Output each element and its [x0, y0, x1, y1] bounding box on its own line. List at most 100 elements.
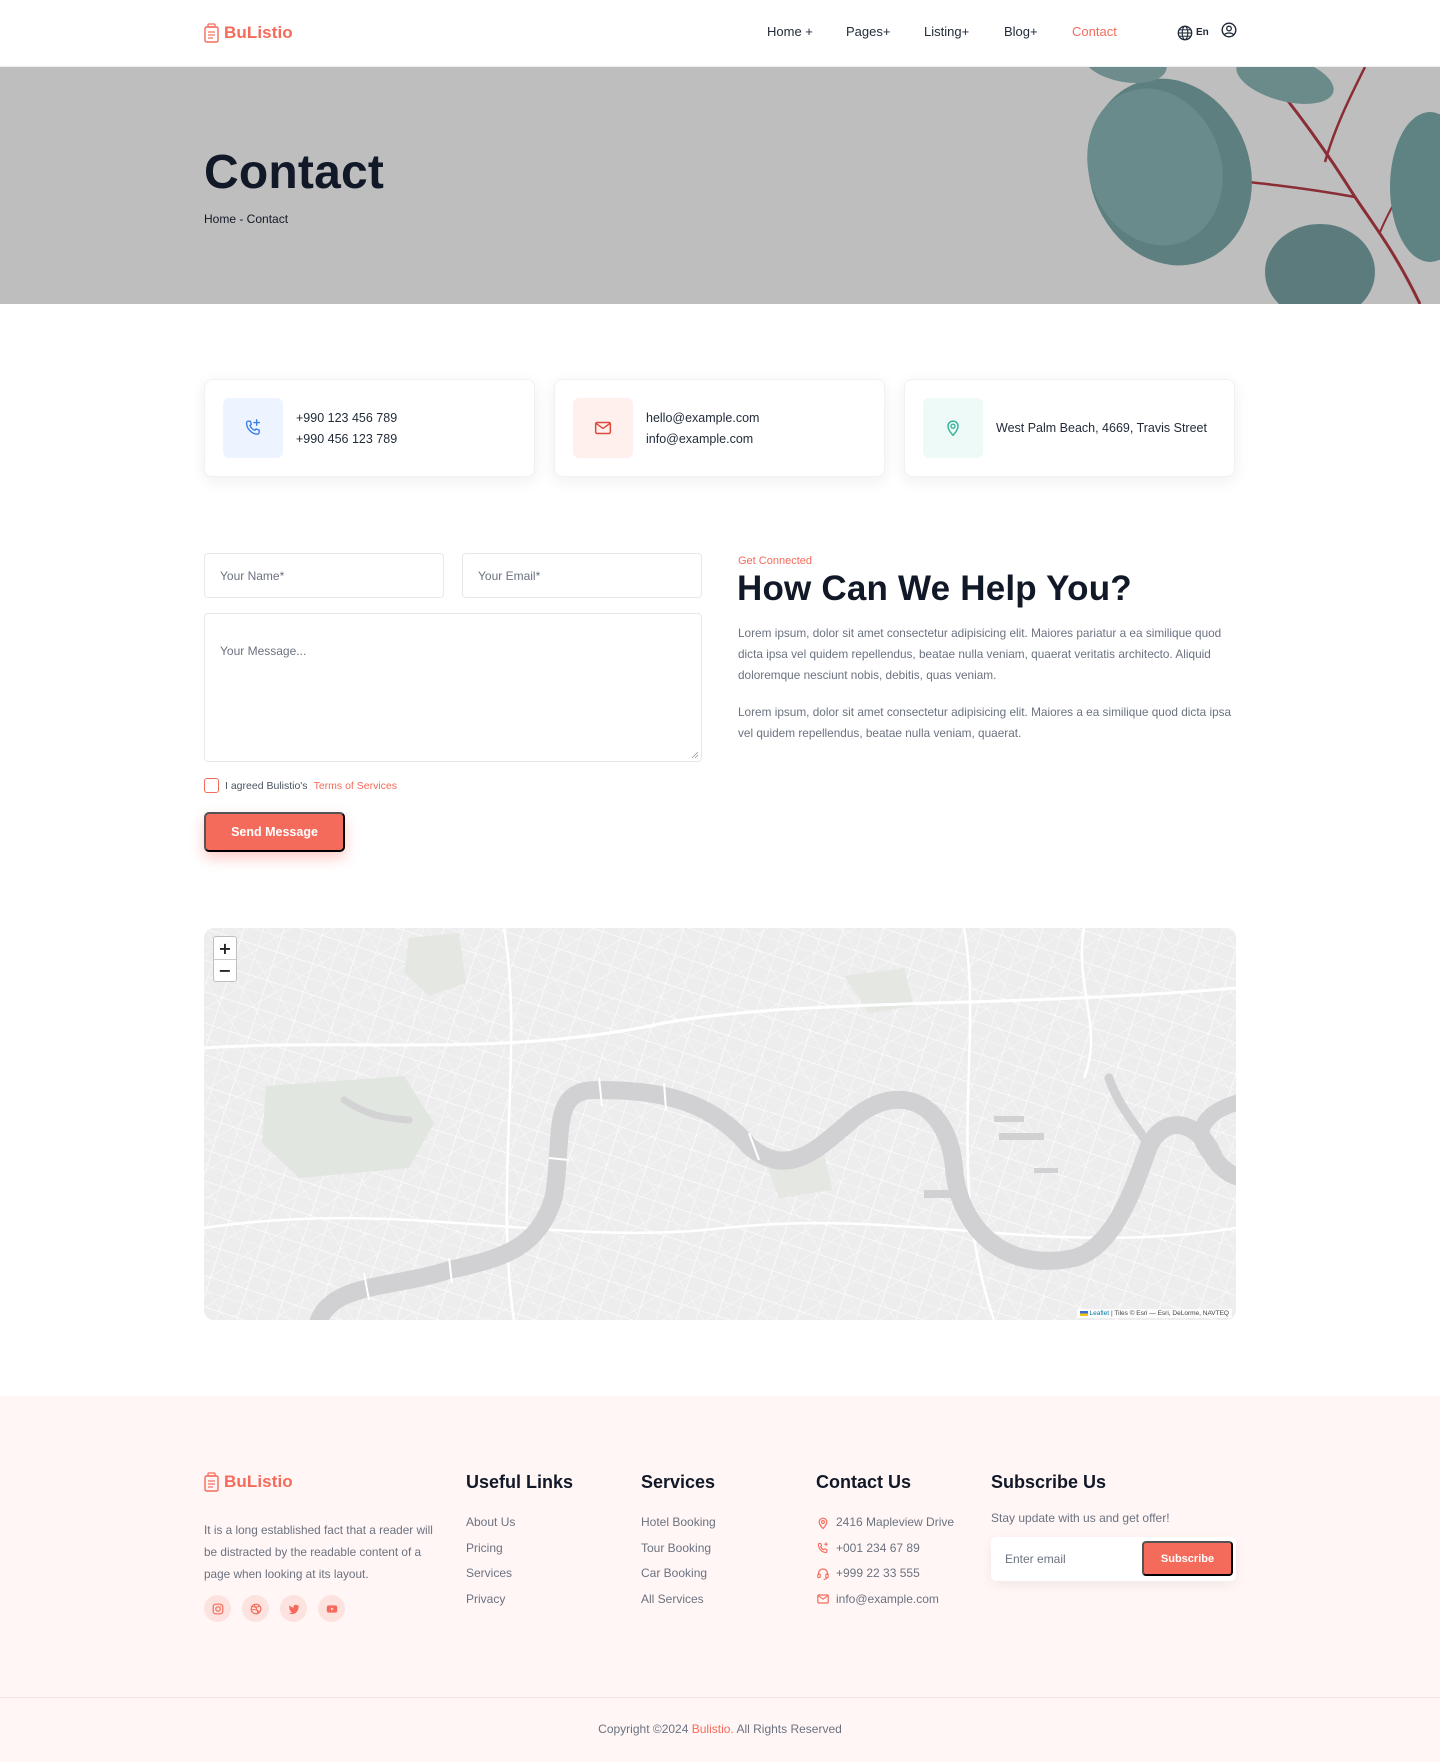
instagram-icon	[212, 1603, 223, 1614]
nav-item-listing[interactable]: Listing+	[924, 24, 969, 39]
send-message-button[interactable]: Send Message	[204, 812, 345, 852]
footer-contact-text: +001 234 67 89	[836, 1540, 920, 1555]
map-tiles	[204, 928, 1236, 1320]
footer-contact-support[interactable]: +999 22 33 555	[816, 1565, 954, 1583]
social-dribbble[interactable]	[242, 1595, 269, 1622]
contact-card-address: West Palm Beach, 4669, Travis Street	[904, 379, 1235, 477]
message-placeholder: Your Message...	[220, 644, 307, 658]
footer-link-hotel-booking[interactable]: Hotel Booking	[641, 1514, 716, 1532]
email-address[interactable]: hello@example.com	[646, 411, 759, 425]
page-title: Contact	[204, 146, 385, 199]
language-selector[interactable]: En	[1177, 25, 1209, 41]
mail-icon	[594, 421, 612, 435]
help-paragraph: Lorem ipsum, dolor sit amet consectetur …	[738, 626, 1222, 682]
agree-text: I agreed Bulistio's	[225, 779, 308, 792]
footer-link-services[interactable]: Services	[466, 1565, 515, 1583]
nav-item-pages[interactable]: Pages+	[846, 24, 890, 39]
footer-divider	[0, 1697, 1440, 1698]
social-twitter[interactable]	[280, 1595, 307, 1622]
map-zoom-controls: + −	[213, 936, 237, 982]
subscribe-description: Stay update with us and get offer!	[991, 1511, 1170, 1525]
footer-useful-links: About Us Pricing Services Privacy	[466, 1514, 515, 1608]
copyright-prefix: Copyright ©2024	[598, 1722, 689, 1736]
zoom-out-button[interactable]: −	[214, 959, 236, 981]
footer-contact-list: 2416 Mapleview Drive +001 234 67 89 +999…	[816, 1514, 954, 1608]
youtube-icon	[326, 1604, 337, 1613]
user-icon	[1221, 22, 1237, 38]
footer-link-pricing[interactable]: Pricing	[466, 1540, 515, 1558]
logo-text: BuListio	[224, 1472, 293, 1491]
location-map[interactable]: + − Leaflet | Tiles © Esri — Esri, DeLor…	[204, 928, 1236, 1320]
footer-subscribe-title: Subscribe Us	[991, 1472, 1107, 1492]
phone-number[interactable]: +990 456 123 789	[296, 432, 397, 446]
footer-link-all-services[interactable]: All Services	[641, 1591, 716, 1609]
nav-item-contact[interactable]: Contact	[1072, 24, 1117, 39]
footer-logo[interactable]: BuListio	[204, 1472, 293, 1492]
mail-icon	[817, 1594, 829, 1604]
ukraine-flag-icon	[1079, 1311, 1088, 1316]
resize-handle-icon[interactable]	[691, 751, 699, 759]
social-youtube[interactable]	[318, 1595, 345, 1622]
logo-text: BuListio	[224, 23, 293, 42]
page-hero: Contact Home - Contact	[0, 67, 1440, 304]
site-header: BuListio Home + Pages+ Listing+ Blog+ Co…	[0, 0, 1440, 67]
breadcrumb: Home - Contact	[204, 212, 289, 226]
phone-lines: +990 123 456 789 +990 456 123 789	[296, 380, 397, 476]
address-text: West Palm Beach, 4669, Travis Street	[996, 421, 1207, 435]
email-field[interactable]: Your Email*	[462, 553, 702, 598]
copyright-suffix: All Rights Reserved	[736, 1722, 842, 1736]
footer-link-tour-booking[interactable]: Tour Booking	[641, 1540, 716, 1558]
header-tools: En	[1177, 22, 1237, 43]
attribution-text: | Tiles © Esri — Esri, DeLorme, NAVTEQ	[1111, 1310, 1229, 1317]
email-lines: hello@example.com info@example.com	[646, 380, 759, 476]
footer-link-car-booking[interactable]: Car Booking	[641, 1565, 716, 1583]
terms-checkbox[interactable]	[204, 778, 219, 793]
footer-about-text: It is a long established fact that a rea…	[204, 1523, 433, 1581]
nav-item-blog[interactable]: Blog+	[1004, 24, 1038, 39]
zoom-in-button[interactable]: +	[214, 937, 236, 959]
subscribe-email-input[interactable]: Enter email	[1005, 1537, 1066, 1581]
section-eyebrow: Get Connected	[738, 555, 812, 567]
phone-number[interactable]: +990 123 456 789	[296, 411, 397, 425]
language-label: En	[1196, 27, 1209, 38]
social-links	[204, 1595, 345, 1622]
subscribe-button[interactable]: Subscribe	[1142, 1541, 1233, 1576]
subscribe-form: Enter email Subscribe	[991, 1537, 1236, 1581]
phone-icon	[817, 1542, 828, 1554]
footer-contact-email[interactable]: info@example.com	[816, 1591, 954, 1609]
phone-icon	[245, 419, 261, 435]
mail-icon-box	[573, 398, 633, 458]
leaflet-link[interactable]: Leaflet	[1090, 1310, 1110, 1317]
footer-contact-text: +999 22 33 555	[836, 1566, 920, 1580]
message-field[interactable]: Your Message...	[204, 613, 702, 762]
logo-icon	[204, 23, 219, 43]
user-account-button[interactable]	[1221, 22, 1237, 43]
footer-link-about[interactable]: About Us	[466, 1514, 515, 1532]
footer-useful-links-title: Useful Links	[466, 1472, 574, 1492]
help-paragraph: Lorem ipsum, dolor sit amet consectetur …	[738, 705, 1232, 740]
copyright-text: Copyright ©2024 Bulistio. All Rights Res…	[0, 1722, 1440, 1736]
phone-icon-box	[223, 398, 283, 458]
email-address[interactable]: info@example.com	[646, 432, 759, 446]
social-instagram[interactable]	[204, 1595, 231, 1622]
twitter-icon	[288, 1604, 299, 1614]
site-footer: BuListio It is a long established fact t…	[0, 1396, 1440, 1762]
nav-item-home[interactable]: Home +	[767, 24, 813, 39]
logo-icon	[204, 1472, 219, 1492]
section-title: How Can We Help You?	[737, 569, 1132, 608]
footer-contact-phone[interactable]: +001 234 67 89	[816, 1540, 954, 1558]
footer-services-title: Services	[641, 1472, 716, 1492]
contact-card-email: hello@example.com info@example.com	[554, 379, 885, 477]
location-icon-box	[923, 398, 983, 458]
logo[interactable]: BuListio	[204, 23, 293, 43]
globe-icon	[1177, 25, 1193, 40]
name-field[interactable]: Your Name*	[204, 553, 444, 598]
headset-icon	[817, 1568, 829, 1580]
location-icon	[818, 1517, 828, 1530]
footer-services-links: Hotel Booking Tour Booking Car Booking A…	[641, 1514, 716, 1608]
contact-card-phone: +990 123 456 789 +990 456 123 789	[204, 379, 535, 477]
terms-link[interactable]: Terms of Services	[314, 780, 397, 792]
copyright-brand-link[interactable]: Bulistio.	[692, 1722, 734, 1736]
footer-contact-text: 2416 Mapleview Drive	[836, 1515, 955, 1529]
footer-link-privacy[interactable]: Privacy	[466, 1591, 515, 1609]
